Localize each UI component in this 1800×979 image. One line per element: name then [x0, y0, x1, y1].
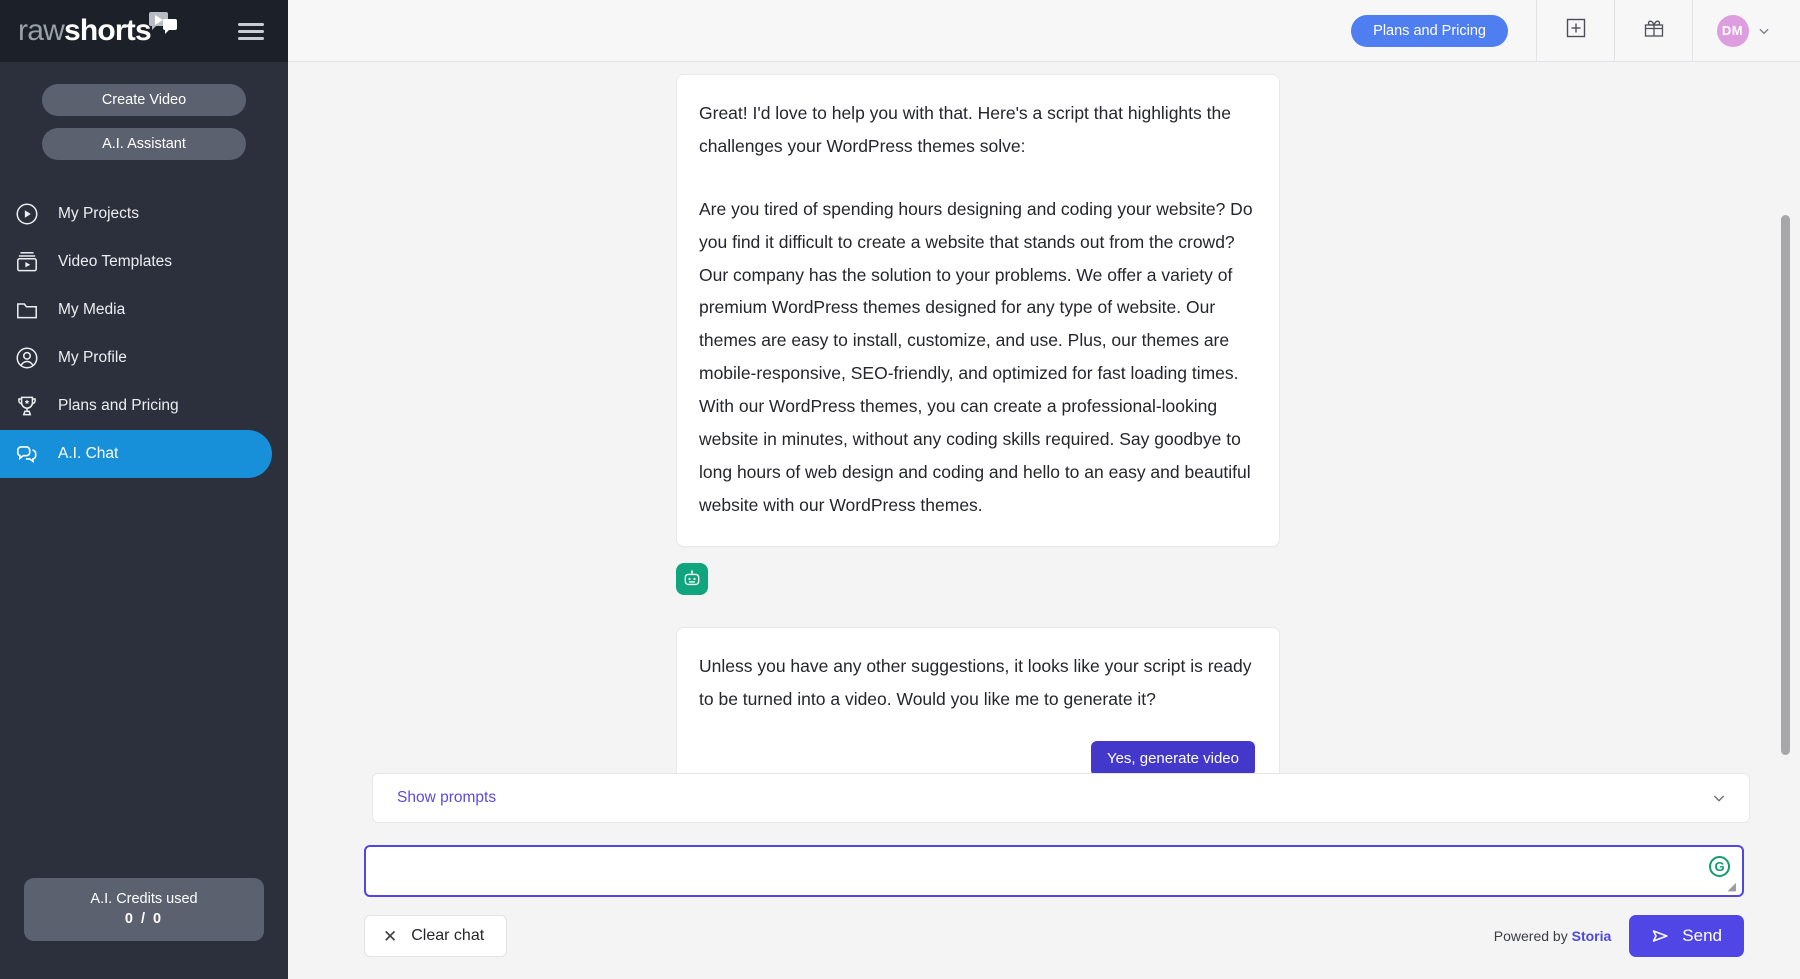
sidebar: rawshorts Create Video A.I. Assistant — [0, 0, 288, 979]
powered-prefix: Powered by — [1494, 928, 1572, 944]
folder-icon — [14, 297, 40, 323]
chevron-down-icon[interactable] — [1711, 790, 1727, 806]
user-menu[interactable]: DM — [1692, 0, 1800, 62]
sidebar-item-label: A.I. Chat — [58, 445, 118, 463]
chat-message: Great! I'd love to help you with that. H… — [288, 74, 1800, 547]
chevron-down-icon — [1757, 24, 1771, 38]
logo-text-shorts: shorts — [64, 14, 151, 47]
avatar: DM — [1717, 15, 1749, 47]
user-circle-icon — [14, 345, 40, 371]
chat-bubbles-icon — [14, 441, 40, 467]
ai-credits-value: 0 / 0 — [24, 911, 264, 927]
generate-video-button[interactable]: Yes, generate video — [1091, 741, 1255, 776]
sidebar-item-ai-chat[interactable]: A.I. Chat — [0, 430, 272, 478]
sidebar-item-plans-and-pricing[interactable]: Plans and Pricing — [0, 382, 272, 430]
message-paragraph: Are you tired of spending hours designin… — [699, 193, 1255, 522]
resize-grip-icon[interactable]: ◢ — [1728, 880, 1736, 893]
gift-button[interactable] — [1614, 0, 1692, 62]
brand-bar: rawshorts — [0, 0, 288, 62]
grammarly-icon[interactable]: G — [1709, 856, 1730, 877]
sidebar-nav: My Projects Video Templates — [0, 190, 288, 878]
composer-dock: Show prompts G ◢ ✕ Clear chat Powered by… — [288, 773, 1800, 979]
robot-icon — [682, 569, 702, 589]
app-root: rawshorts Create Video A.I. Assistant — [0, 0, 1800, 979]
show-prompts-bar[interactable]: Show prompts — [372, 773, 1750, 823]
plans-and-pricing-button[interactable]: Plans and Pricing — [1351, 15, 1508, 47]
sidebar-item-my-profile[interactable]: My Profile — [0, 334, 272, 382]
message-action-row: Yes, generate video — [699, 741, 1255, 776]
video-template-icon — [14, 249, 40, 275]
powered-by-label: Powered by Storia — [1494, 928, 1612, 944]
clear-chat-label: Clear chat — [411, 927, 484, 945]
sidebar-item-label: Video Templates — [58, 253, 172, 271]
logo-speech-bubble-icon — [149, 12, 177, 34]
create-video-button[interactable]: Create Video — [42, 84, 246, 116]
trophy-icon — [14, 393, 40, 419]
chat-messages: Great! I'd love to help you with that. H… — [288, 62, 1800, 825]
show-prompts-link[interactable]: Show prompts — [397, 789, 496, 807]
add-new-button[interactable] — [1536, 0, 1614, 62]
send-button[interactable]: Send — [1629, 915, 1744, 957]
paper-plane-icon — [1651, 926, 1671, 946]
sidebar-actions: Create Video A.I. Assistant — [0, 62, 288, 172]
chat-input[interactable] — [364, 845, 1744, 897]
message-paragraph: Unless you have any other suggestions, i… — [699, 650, 1255, 716]
send-label: Send — [1682, 926, 1722, 946]
sidebar-item-label: My Profile — [58, 349, 127, 367]
close-x-icon: ✕ — [383, 928, 397, 945]
sidebar-item-my-projects[interactable]: My Projects — [0, 190, 272, 238]
ai-credits-card[interactable]: A.I. Credits used 0 / 0 — [24, 878, 264, 941]
logo-text-raw: raw — [18, 14, 64, 47]
plus-square-icon — [1564, 16, 1588, 45]
play-circle-icon — [14, 201, 40, 227]
composer-right-group: Powered by Storia Send — [1494, 915, 1744, 957]
composer-actions: ✕ Clear chat Powered by Storia Send — [364, 915, 1744, 957]
vertical-scrollbar-thumb[interactable] — [1781, 215, 1790, 755]
main-area: Plans and Pricing — [288, 0, 1800, 979]
clear-chat-button[interactable]: ✕ Clear chat — [364, 915, 507, 957]
logo-text: rawshorts — [18, 16, 151, 46]
hamburger-icon[interactable] — [238, 15, 264, 48]
assistant-message-bubble: Great! I'd love to help you with that. H… — [676, 74, 1280, 547]
storia-link[interactable]: Storia — [1572, 928, 1612, 944]
ai-assistant-button[interactable]: A.I. Assistant — [42, 128, 246, 160]
sidebar-item-label: My Media — [58, 301, 125, 319]
ai-credits-title: A.I. Credits used — [24, 891, 264, 907]
chat-input-wrapper: G ◢ — [364, 845, 1744, 897]
sidebar-item-label: My Projects — [58, 205, 139, 223]
topbar: Plans and Pricing — [288, 0, 1800, 62]
sidebar-item-video-templates[interactable]: Video Templates — [0, 238, 272, 286]
gift-icon — [1642, 16, 1666, 45]
bot-avatar — [676, 563, 708, 595]
rawshorts-logo[interactable]: rawshorts — [18, 16, 177, 46]
sidebar-item-label: Plans and Pricing — [58, 397, 179, 415]
sidebar-item-my-media[interactable]: My Media — [0, 286, 272, 334]
message-paragraph: Great! I'd love to help you with that. H… — [699, 97, 1255, 163]
